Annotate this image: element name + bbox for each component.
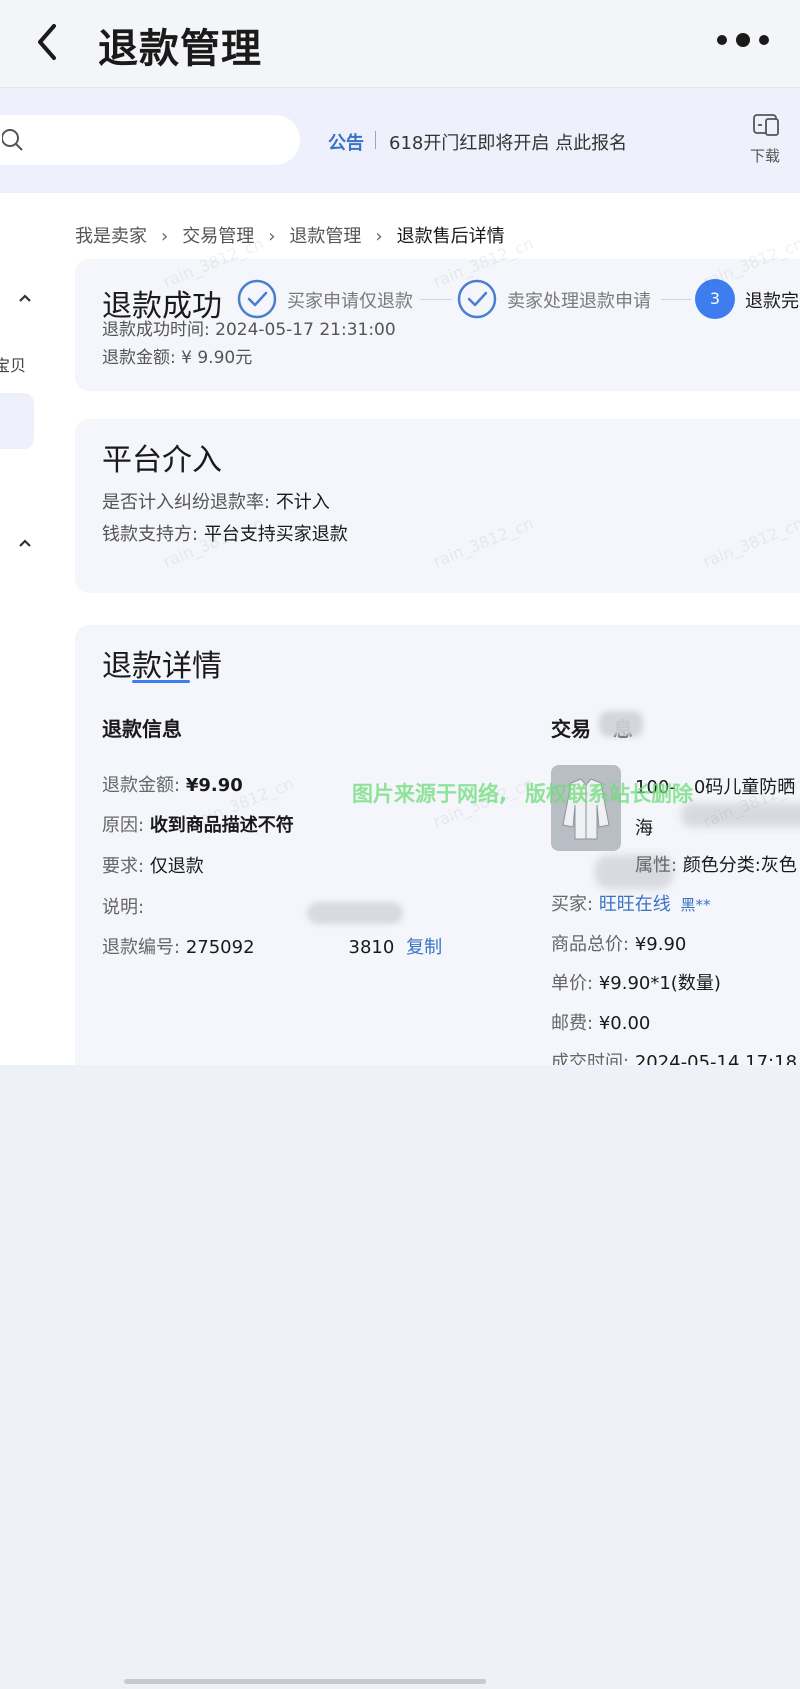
step-label: 退款完: [745, 291, 799, 312]
copyright-overlay-text-2: 版权联系站长删除: [524, 782, 693, 806]
check-circle-icon: [457, 279, 497, 319]
buyer-name-link[interactable]: 黑**: [681, 896, 711, 914]
refund-amount-value: ¥ 9.90元: [181, 348, 253, 368]
shipping-row: 邮费: ¥0.00: [551, 1009, 650, 1035]
chevron-up-icon[interactable]: [18, 538, 32, 548]
refund-number-value: 275092: [185, 937, 255, 958]
search-input[interactable]: [0, 115, 300, 165]
chevron-right-icon: ›: [268, 226, 276, 247]
check-circle-icon: [237, 279, 277, 319]
redacted-blur: [307, 902, 403, 924]
app-bar: 退款管理: [0, 0, 800, 88]
web-header: 公告 618开门红即将开启 点此报名 下载: [0, 89, 800, 193]
search-icon: [2, 129, 23, 151]
main-content: 宝贝 我是卖家 › 交易管理 › 退款管理 › 退款售后详情 退款成功 买家申请仅退款 卖家…: [0, 193, 800, 1065]
product-line2-text: 海: [635, 818, 653, 839]
note-row: 说明:: [102, 893, 144, 919]
total-price-value: ¥9.90: [634, 934, 687, 955]
page-title: 退款管理: [98, 26, 262, 72]
detail-amount-label: 退款金额:: [102, 775, 181, 796]
shipping-label: 邮费:: [551, 1013, 594, 1034]
notice-divider: [375, 131, 376, 149]
chevron-right-icon: ›: [161, 226, 169, 247]
unit-price-row: 单价: ¥9.90*1(数量): [551, 969, 721, 995]
refund-time-value: 2024-05-17 21:31:00: [215, 320, 396, 340]
copyright-overlay-text: 图片来源于网络,: [352, 782, 507, 806]
unit-price-label: 单价:: [551, 973, 594, 994]
note-label: 说明:: [102, 897, 145, 918]
deal-time-row: 成交时间: 2024-05-14 17:18: [551, 1048, 797, 1065]
section-title: 退款详情: [102, 649, 222, 684]
more-options-icon[interactable]: [716, 30, 774, 50]
breadcrumb-item[interactable]: 退款管理: [289, 222, 361, 248]
request-label: 要求:: [102, 856, 145, 877]
product-line2: 海: [635, 814, 653, 840]
unit-price-value: ¥9.90*1(数量): [598, 973, 721, 994]
buyer-row: 买家: 旺旺在线 黑**: [551, 890, 711, 916]
back-arrow-icon[interactable]: [30, 20, 70, 64]
section-title: 平台介入: [102, 443, 222, 478]
attribute-value: 颜色分类:灰色: [682, 855, 797, 876]
shipping-value: ¥0.00: [598, 1013, 651, 1034]
detail-amount-value: ¥9.90: [185, 775, 243, 796]
redacted-blur: [599, 711, 643, 737]
total-price-label: 商品总价:: [551, 934, 630, 955]
dispute-rate-row: 是否计入纠纷退款率: 不计入: [102, 488, 330, 514]
copy-button[interactable]: 复制: [406, 937, 442, 958]
request-value: 仅退款: [149, 856, 204, 877]
buyer-chat-link[interactable]: 旺旺在线: [599, 894, 671, 915]
refund-amount-label: 退款金额:: [102, 348, 176, 368]
step-label: 买家申请仅退款: [287, 291, 413, 312]
chevron-up-icon[interactable]: [18, 293, 32, 303]
attribute-row: 属性: 颜色分类:灰色: [635, 851, 797, 877]
dispute-rate-label: 是否计入纠纷退款率:: [102, 492, 271, 513]
sidebar-active-item[interactable]: [0, 393, 34, 449]
notice-link[interactable]: 618开门红即将开启 点此报名: [389, 129, 627, 155]
refund-info-heading: 退款信息: [102, 717, 182, 741]
refund-time-label: 退款成功时间:: [102, 320, 210, 340]
download-device-icon: [753, 114, 779, 136]
refund-number-row: 退款编号: 275092 3810 复制: [102, 933, 442, 959]
deal-time-label: 成交时间:: [551, 1052, 630, 1065]
download-label: 下载: [750, 147, 781, 165]
chevron-right-icon: ›: [375, 226, 383, 247]
fund-support-label: 钱款支持方:: [102, 524, 199, 545]
home-indicator[interactable]: [124, 1679, 486, 1684]
step-connector: [661, 299, 691, 300]
dispute-rate-value: 不计入: [275, 492, 330, 513]
download-button[interactable]: 下载: [746, 113, 788, 173]
notice-label: 公告: [328, 133, 364, 154]
attribute-label: 属性:: [635, 855, 678, 876]
tab-underline: [132, 680, 190, 683]
copyright-overlay: 图片来源于网络, 版权联系站长删除: [352, 778, 693, 808]
refund-detail-card: 退款详情 退款信息 退款金额: ¥9.90 原因: 收到商品描述不符 要求: 仅…: [75, 625, 800, 1065]
deal-time-value: 2024-05-14 17:18: [634, 1052, 798, 1065]
breadcrumb-item[interactable]: 我是卖家: [75, 222, 147, 248]
reason-label: 原因:: [102, 815, 145, 836]
total-price-row: 商品总价: ¥9.90: [551, 930, 686, 956]
trade-info-heading-text: 交易: [551, 717, 591, 741]
breadcrumb: 我是卖家 › 交易管理 › 退款管理 › 退款售后详情: [75, 222, 505, 248]
refund-number-label: 退款编号:: [102, 937, 181, 958]
sidebar-item-label[interactable]: 宝贝: [0, 352, 26, 376]
refund-time-row: 退款成功时间: 2024-05-17 21:31:00: [102, 315, 396, 340]
request-row: 要求: 仅退款: [102, 852, 204, 878]
breadcrumb-current: 退款售后详情: [396, 226, 505, 247]
step-connector: [420, 299, 452, 300]
buyer-label: 买家:: [551, 894, 594, 915]
step-label: 卖家处理退款申请: [507, 291, 651, 312]
refund-amount-row: 退款金额: ¥ 9.90元: [102, 343, 252, 368]
detail-amount-row: 退款金额: ¥9.90: [102, 771, 243, 797]
refund-number-tail: 3810: [348, 937, 395, 958]
